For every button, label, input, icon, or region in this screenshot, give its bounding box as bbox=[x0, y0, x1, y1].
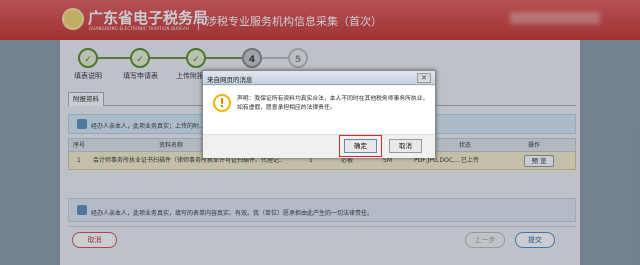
warning-icon: ! bbox=[213, 94, 231, 112]
confirm-dialog: 来自网页的消息 ✕ ! 声明：我保证所有资料均真实合法，本人不同时在其他税务师事… bbox=[202, 70, 436, 158]
dialog-footer: 确定 取消 bbox=[203, 134, 435, 158]
dialog-message: 声明：我保证所有资料均真实合法，本人不同时在其他税务师事务所执业，如有虚假，愿意… bbox=[237, 96, 429, 111]
dialog-body: ! 声明：我保证所有资料均真实合法，本人不同时在其他税务师事务所执业，如有虚假，… bbox=[203, 86, 435, 158]
dialog-title: 来自网页的消息 bbox=[207, 76, 253, 84]
close-icon[interactable]: ✕ bbox=[417, 73, 431, 83]
highlight-annotation bbox=[339, 135, 382, 157]
dialog-titlebar[interactable]: 来自网页的消息 ✕ bbox=[203, 71, 435, 85]
dialog-cancel-button[interactable]: 取消 bbox=[389, 139, 422, 153]
